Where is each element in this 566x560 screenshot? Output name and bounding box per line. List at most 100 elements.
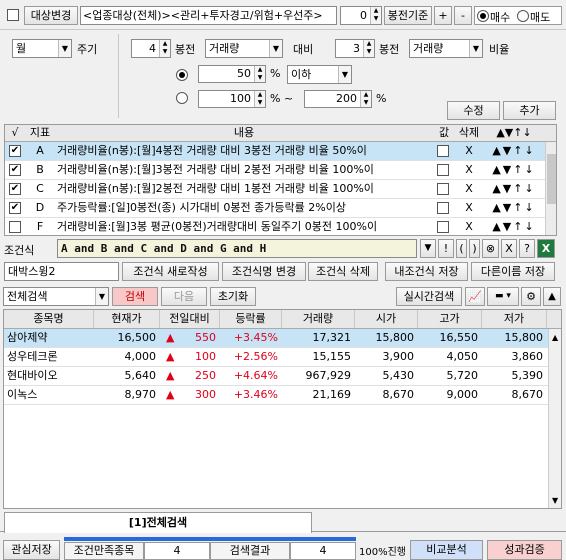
save-as-button[interactable]: 다른이름 저장 xyxy=(471,262,555,281)
n-bong-2-stepper[interactable]: 3 ▲ ▼ xyxy=(335,39,375,58)
stepper-arrows-icon[interactable]: ▲ ▼ xyxy=(254,91,265,107)
buy-radio[interactable] xyxy=(477,10,489,22)
base-label-button[interactable]: 봉전기준 xyxy=(384,6,432,25)
condition-enable-checkbox[interactable]: ✔ xyxy=(9,145,21,157)
value-1-stepper[interactable]: 50 ▲ ▼ xyxy=(198,65,266,83)
condition-row[interactable]: F 거래량비율:[월]3봉 평균(0봉전)거래량대비 동일주기 0봉전 100%이… xyxy=(5,218,545,235)
layout-menu-icon[interactable]: ▬ ▾ xyxy=(487,287,519,306)
single-value-radio[interactable] xyxy=(176,69,188,81)
value-2a-stepper[interactable]: 100 ▲ ▼ xyxy=(198,90,266,108)
n-bong-1-stepper[interactable]: 4 ▲ ▼ xyxy=(131,39,171,58)
target-change-button[interactable]: 대상변경 xyxy=(24,6,78,25)
sell-radio[interactable] xyxy=(517,10,529,22)
result-header-name[interactable]: 종목명 xyxy=(4,310,94,328)
condition-enable-checkbox[interactable] xyxy=(9,221,21,233)
plus-button[interactable]: + xyxy=(434,6,452,25)
chevron-down-icon[interactable]: ▼ xyxy=(58,40,71,57)
result-header-open[interactable]: 시가 xyxy=(355,310,418,328)
condition-scrollbar[interactable] xyxy=(545,142,556,235)
chevron-down-icon[interactable]: ▼ xyxy=(338,66,351,83)
formula-dropdown-button[interactable]: ▼ xyxy=(420,239,436,258)
formula-close-paren-button[interactable]: ) xyxy=(469,239,480,258)
condition-name-field[interactable]: 대박스윙2 xyxy=(4,262,119,281)
reset-button[interactable]: 초기화 xyxy=(210,287,256,306)
stepper-arrows-icon[interactable]: ▲ ▼ xyxy=(370,7,381,24)
search-button[interactable]: 검색 xyxy=(112,287,158,306)
results-scrollbar[interactable]: ▲ ▼ xyxy=(548,329,561,508)
result-row[interactable]: 현대바이오 5,640 ▲ 250 +4.64% 967,929 5,430 5,720 5,3… xyxy=(4,367,549,386)
result-row[interactable]: 성우테크론 4,000 ▲ 100 +2.56% 15,155 3,900 4,050 3,86… xyxy=(4,348,549,367)
new-condition-button[interactable]: 조건식 새로작성 xyxy=(122,262,219,281)
base-bong-stepper[interactable]: 0 ▲ ▼ xyxy=(340,6,382,25)
scroll-up-icon[interactable]: ▲ xyxy=(552,333,558,342)
tab-all-search[interactable]: [1]전체검색 xyxy=(4,512,312,533)
chart-icon[interactable]: 📈 xyxy=(465,287,485,306)
condition-row[interactable]: ✔ D 주가등락률:[일]0봉전(종) 시가대비 0봉전 종가등락률 2%이상 X ▲▼… xyxy=(5,199,545,218)
condition-order-buttons[interactable]: ▲▼↑↓ xyxy=(483,161,545,179)
condition-delete-button[interactable]: X xyxy=(455,199,483,217)
delete-condition-button[interactable]: 조건식 삭제 xyxy=(308,262,378,281)
result-header-high[interactable]: 고가 xyxy=(418,310,482,328)
scroll-down-icon[interactable]: ▼ xyxy=(552,496,558,505)
add-button[interactable]: 추가 xyxy=(503,101,556,120)
compare-analysis-button[interactable]: 비교분석 xyxy=(410,540,483,560)
condition-value-checkbox[interactable] xyxy=(437,221,449,233)
stepper-arrows-icon[interactable]: ▲ ▼ xyxy=(159,40,170,57)
target-checkbox[interactable] xyxy=(7,9,19,21)
stepper-arrows-icon[interactable]: ▲ ▼ xyxy=(254,66,265,82)
result-header-price[interactable]: 현재가 xyxy=(94,310,160,328)
condition-delete-button[interactable]: X xyxy=(455,161,483,179)
formula-not-button[interactable]: ! xyxy=(438,239,454,258)
formula-delete-button[interactable]: X xyxy=(501,239,517,258)
chevron-down-icon[interactable]: ▼ xyxy=(269,40,282,57)
condition-row[interactable]: ✔ A 거래량비율(n봉):[월]4봉전 거래량 대비 3봉전 거래량 비율 50%… xyxy=(5,142,545,161)
condition-row[interactable]: ✔ C 거래량비율(n봉):[월]2봉전 거래량 대비 1봉전 거래량 비율 100… xyxy=(5,180,545,199)
result-row[interactable]: 이녹스 8,970 ▲ 300 +3.46% 21,169 8,670 9,000 8,670 xyxy=(4,386,549,405)
search-mode-select[interactable]: 전체검색 ▼ xyxy=(3,287,109,306)
formula-clear-button[interactable]: ⊗ xyxy=(482,239,499,258)
metric-1-select[interactable]: 거래량 ▼ xyxy=(205,39,283,58)
condition-order-buttons[interactable]: ▲▼↑↓ xyxy=(483,218,545,235)
condition-order-buttons[interactable]: ▲▼↑↓ xyxy=(483,180,545,198)
chevron-down-icon[interactable]: ▼ xyxy=(469,40,482,57)
stepper-arrows-icon[interactable]: ▲ ▼ xyxy=(363,40,374,57)
scroll-thumb[interactable] xyxy=(547,154,556,204)
condition-enable-checkbox[interactable]: ✔ xyxy=(9,164,21,176)
period-select[interactable]: 월 ▼ xyxy=(12,39,72,58)
modify-button[interactable]: 수정 xyxy=(447,101,500,120)
result-row[interactable]: 삼아제약 16,500 ▲ 550 +3.45% 17,321 15,800 16,550 15… xyxy=(4,329,549,348)
excel-icon[interactable]: X xyxy=(537,239,555,258)
formula-help-button[interactable]: ? xyxy=(519,239,535,258)
collapse-up-icon[interactable]: ▲ xyxy=(543,287,561,306)
condition-value-checkbox[interactable] xyxy=(437,202,449,214)
minus-button[interactable]: - xyxy=(454,6,472,25)
my-condition-save-button[interactable]: 내조건식 저장 xyxy=(385,262,468,281)
result-header-change[interactable]: 전일대비 xyxy=(160,310,220,328)
stepper-arrows-icon[interactable]: ▲ ▼ xyxy=(360,91,371,107)
condition-value-checkbox[interactable] xyxy=(437,183,449,195)
rename-condition-button[interactable]: 조건식명 변경 xyxy=(222,262,306,281)
target-filter-field[interactable]: <업종대상(전체)><관리+투자경고/위험+우선주> xyxy=(80,6,337,25)
condition-value-checkbox[interactable] xyxy=(437,164,449,176)
gear-icon[interactable]: ⚙ xyxy=(521,287,541,306)
performance-verify-button[interactable]: 성과검증 xyxy=(487,540,562,560)
value-2b-stepper[interactable]: 200 ▲ ▼ xyxy=(304,90,372,108)
condition-value-checkbox[interactable] xyxy=(437,145,449,157)
condition-order-buttons[interactable]: ▲▼↑↓ xyxy=(483,199,545,217)
condition-enable-checkbox[interactable]: ✔ xyxy=(9,202,21,214)
chevron-down-icon[interactable]: ▼ xyxy=(95,288,108,305)
condition-delete-button[interactable]: X xyxy=(455,218,483,235)
next-button[interactable]: 다음 xyxy=(161,287,207,306)
condition-delete-button[interactable]: X xyxy=(455,180,483,198)
realtime-search-button[interactable]: 실시간검색 xyxy=(396,287,462,306)
compare-select[interactable]: 이하 ▼ xyxy=(287,65,352,84)
formula-open-paren-button[interactable]: ( xyxy=(456,239,467,258)
condition-row[interactable]: ✔ B 거래량비율(n봉):[월]3봉전 거래량 대비 2봉전 거래량 비율 100… xyxy=(5,161,545,180)
condition-order-buttons[interactable]: ▲▼↑↓ xyxy=(483,142,545,160)
metric-2-select[interactable]: 거래량 ▼ xyxy=(409,39,483,58)
condition-delete-button[interactable]: X xyxy=(455,142,483,160)
watch-save-button[interactable]: 관심저장 xyxy=(3,540,60,560)
condition-enable-checkbox[interactable]: ✔ xyxy=(9,183,21,195)
result-header-volume[interactable]: 거래량 xyxy=(282,310,355,328)
formula-field[interactable]: A and B and C and D and G and H xyxy=(57,239,417,258)
